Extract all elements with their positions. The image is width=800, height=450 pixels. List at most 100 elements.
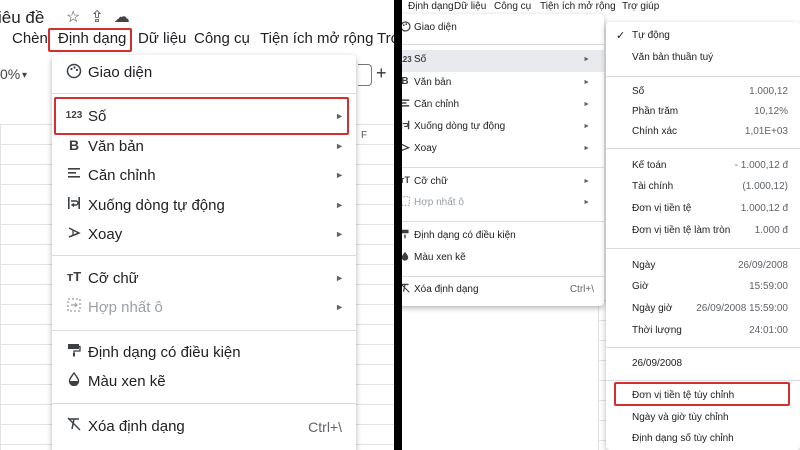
submenu-item-automatic[interactable]: ✓ Tự động bbox=[606, 26, 800, 46]
menu-item-alternating-colors[interactable]: Màu xen kẽ bbox=[402, 248, 604, 270]
submenu-item-accounting[interactable]: Kế toán - 1.000,12 đ bbox=[606, 156, 800, 176]
droplet-icon bbox=[64, 371, 84, 389]
menu-divider bbox=[52, 330, 356, 331]
menu-item-font-size[interactable]: тT Cỡ chữ ► bbox=[52, 265, 356, 293]
submenu-item-label: Đơn vị tiền tệ bbox=[632, 203, 692, 214]
menu-item-label: Số bbox=[414, 54, 427, 65]
menu-item-alignment[interactable]: Căn chỉnh ► bbox=[52, 162, 356, 190]
menu-item-wrap[interactable]: Xuống dòng tự động ► bbox=[52, 192, 356, 220]
custom-currency-highlight bbox=[614, 382, 790, 406]
align-left-icon bbox=[64, 166, 84, 183]
menu-divider bbox=[606, 76, 800, 77]
menu-item-label: Xuống dòng tự động bbox=[88, 197, 225, 214]
submenu-item-custom-datetime[interactable]: Ngày và giờ tùy chỉnh bbox=[606, 408, 800, 428]
bold-icon: B bbox=[68, 137, 80, 153]
menu-item-alignment[interactable]: Căn chỉnh ► bbox=[402, 95, 604, 117]
submenu-item-label: Văn bản thuần tuý bbox=[632, 52, 714, 63]
menu-item-font-size[interactable]: тT Cỡ chữ ► bbox=[402, 172, 604, 194]
menu-extensions[interactable]: Tiện ích mở rộng bbox=[260, 30, 374, 47]
menu-item-label: Hợp nhất ô bbox=[88, 299, 163, 316]
menu-item-theme[interactable]: Giao diện bbox=[52, 59, 356, 87]
submenu-item-time[interactable]: Giờ 15:59:00 bbox=[606, 277, 800, 297]
menu-divider bbox=[402, 276, 604, 277]
submenu-item-label: Tự động bbox=[632, 30, 670, 41]
menu-item-merge-cells: Hợp nhất ô ► bbox=[402, 193, 604, 215]
menu-extensions[interactable]: Tiện ích mở rộng bbox=[540, 1, 616, 12]
chevron-down-icon: ▾ bbox=[22, 70, 28, 81]
menu-item-conditional-formatting[interactable]: Định dạng có điều kiện bbox=[402, 226, 604, 248]
submenu-item-label: Thời lượng bbox=[632, 325, 682, 336]
submenu-item-percent[interactable]: Phần trăm 10,12% bbox=[606, 102, 800, 122]
menu-item-conditional-formatting[interactable]: Định dạng có điều kiện bbox=[52, 339, 356, 367]
menu-tools[interactable]: Công cụ bbox=[194, 30, 250, 47]
move-folder-icon[interactable]: ⇪ bbox=[90, 9, 113, 26]
menu-divider bbox=[52, 403, 356, 404]
paint-roller-icon bbox=[402, 229, 412, 242]
menu-format[interactable]: Định dạng bbox=[408, 1, 454, 12]
submenu-item-datetime[interactable]: Ngày giờ 26/09/2008 15:59:00 bbox=[606, 299, 800, 319]
menu-item-clear-formatting[interactable]: Xóa định dạng Ctrl+\ bbox=[402, 280, 604, 302]
menu-item-theme[interactable]: Giao diện bbox=[402, 18, 604, 40]
format-example: 1.000,12 bbox=[749, 86, 788, 97]
menu-item-number[interactable]: 123 Số ► bbox=[402, 50, 604, 72]
menu-item-merge-cells: Hợp nhất ô ► bbox=[52, 294, 356, 322]
menu-divider bbox=[606, 347, 800, 348]
submenu-arrow-icon: ► bbox=[583, 101, 590, 108]
submenu-item-financial[interactable]: Tài chính (1.000,12) bbox=[606, 177, 800, 197]
format-example: 15:59:00 bbox=[749, 281, 788, 292]
menu-item-alternating-colors[interactable]: Màu xen kẽ bbox=[52, 368, 356, 396]
submenu-item-currency[interactable]: Đơn vị tiền tệ 1.000,12 đ bbox=[606, 199, 800, 219]
menu-tools[interactable]: Công cụ bbox=[494, 1, 531, 12]
submenu-arrow-icon: ► bbox=[335, 229, 344, 239]
submenu-item-plain-text[interactable]: Văn bản thuần tuý bbox=[606, 48, 800, 68]
menu-item-wrap[interactable]: Xuống dòng tự động ► bbox=[402, 117, 604, 139]
format-example: 10,12% bbox=[754, 106, 788, 117]
zoom-select[interactable]: 0% bbox=[0, 66, 20, 82]
submenu-item-custom-number[interactable]: Định dạng số tùy chỉnh bbox=[606, 429, 800, 449]
menu-item-clear-formatting[interactable]: Xóa định dạng Ctrl+\ bbox=[52, 413, 356, 441]
submenu-item-label: Ngày bbox=[632, 260, 656, 271]
menu-divider bbox=[606, 380, 800, 381]
menu-divider bbox=[402, 44, 604, 45]
number-123-icon: 123 bbox=[402, 55, 412, 64]
submenu-arrow-icon: ► bbox=[335, 200, 344, 210]
menu-data[interactable]: Dữ liệu bbox=[454, 1, 486, 12]
shortcut-label: Ctrl+\ bbox=[569, 284, 594, 295]
cloud-status-icon[interactable]: ☁ bbox=[114, 9, 140, 26]
submenu-item-number[interactable]: Số 1.000,12 bbox=[606, 82, 800, 102]
plus-icon[interactable]: + bbox=[376, 63, 387, 84]
font-size-box[interactable] bbox=[358, 64, 372, 86]
submenu-item-label: Phần trăm bbox=[632, 106, 679, 117]
menu-item-label: Xuống dòng tự động bbox=[414, 121, 506, 132]
menu-item-rotate[interactable]: Xoay ► bbox=[52, 221, 356, 249]
menu-divider bbox=[606, 248, 800, 249]
menu-item-rotate[interactable]: Xoay ► bbox=[402, 139, 604, 161]
submenu-item-label: Tài chính bbox=[632, 181, 674, 192]
format-example: (1.000,12) bbox=[742, 181, 788, 192]
menu-item-label: Màu xen kẽ bbox=[88, 373, 166, 390]
menu-item-text[interactable]: B Văn bản ► bbox=[402, 73, 604, 95]
submenu-item-label: Định dạng số tùy chỉnh bbox=[632, 433, 734, 444]
menu-item-label: Giao diện bbox=[414, 22, 457, 33]
menu-item-text[interactable]: B Văn bản ► bbox=[52, 133, 356, 161]
menu-help[interactable]: Trợ giúp bbox=[622, 1, 659, 12]
menu-help[interactable]: Trợ bbox=[377, 30, 394, 47]
menu-divider bbox=[402, 221, 604, 222]
text-wrap-icon bbox=[64, 196, 84, 213]
menu-data[interactable]: Dữ liệu bbox=[138, 30, 186, 47]
submenu-item-label: Đơn vị tiền tệ làm tròn bbox=[632, 225, 731, 236]
submenu-item-currency-rounded[interactable]: Đơn vị tiền tệ làm tròn 1.000 đ bbox=[606, 221, 800, 241]
submenu-item-duration[interactable]: Thời lượng 24:01:00 bbox=[606, 321, 800, 341]
merge-cells-icon bbox=[64, 298, 84, 315]
star-icon[interactable]: ☆ bbox=[66, 9, 90, 26]
submenu-item-scientific[interactable]: Chính xác 1,01E+03 bbox=[606, 122, 800, 142]
format-dropdown-menu: Giao diện 123 Số ► B Văn bản ► Căn chỉnh… bbox=[402, 14, 604, 306]
submenu-item-date[interactable]: Ngày 26/09/2008 bbox=[606, 256, 800, 276]
menu-item-label: Xoay bbox=[88, 226, 123, 243]
text-rotate-icon bbox=[64, 225, 84, 242]
clear-format-icon bbox=[64, 417, 84, 434]
submenu-item-recent-date[interactable]: 26/09/2008 bbox=[606, 354, 800, 374]
document-title[interactable]: iêu đề bbox=[0, 8, 44, 28]
submenu-arrow-icon: ► bbox=[335, 273, 344, 283]
menu-insert[interactable]: Chèn bbox=[12, 30, 48, 47]
